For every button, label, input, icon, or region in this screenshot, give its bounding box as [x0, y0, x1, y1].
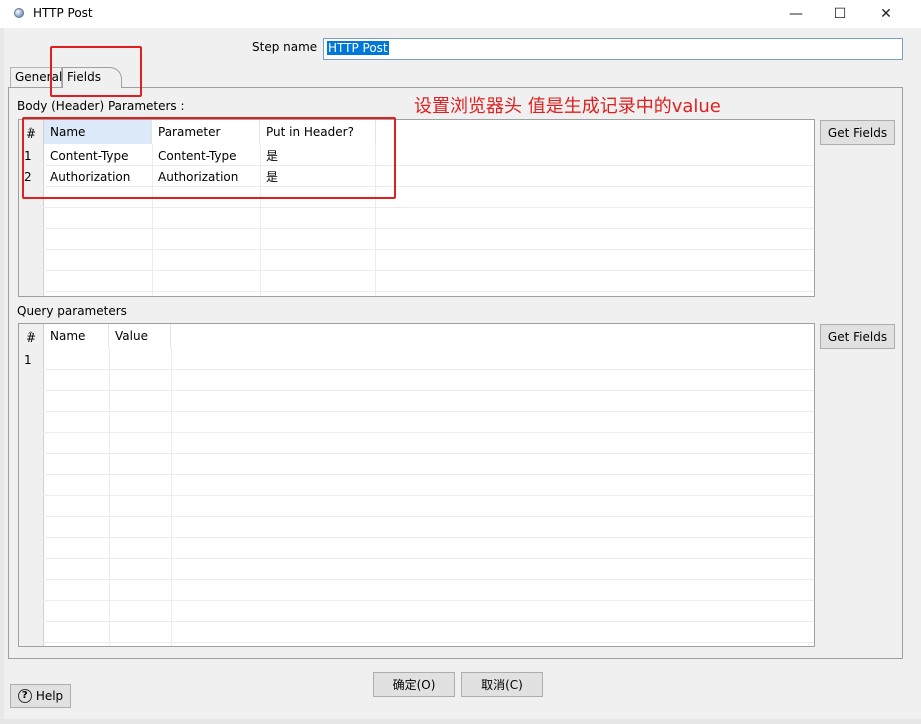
cell-parameter[interactable]: Content-Type	[152, 146, 237, 166]
window-left-edge	[0, 28, 4, 724]
step-name-label: Step name	[252, 40, 318, 54]
body-get-fields-label: Get Fields	[827, 125, 888, 140]
query-params-table[interactable]: ^ # Name Value 1	[18, 323, 815, 647]
grid-hline	[43, 249, 814, 250]
grid-hline	[43, 537, 814, 538]
query-params-label: Query parameters	[17, 304, 127, 318]
tab-fields[interactable]: Fields	[62, 67, 122, 88]
grid-hline	[43, 390, 814, 391]
help-label: Help	[35, 689, 64, 703]
cancel-button[interactable]: 取消(C)	[461, 672, 543, 697]
window-bottom-edge	[0, 719, 921, 724]
grid-hline	[43, 453, 814, 454]
cell-name[interactable]: Authorization	[44, 167, 130, 187]
column-header-name[interactable]: Name	[44, 120, 152, 144]
maximize-button[interactable]: ☐	[817, 0, 863, 28]
cell-value[interactable]	[109, 350, 115, 370]
app-icon	[14, 8, 24, 18]
minimize-button[interactable]: —	[773, 0, 819, 28]
grid-hline	[43, 207, 814, 208]
row-number-column	[19, 324, 44, 646]
close-button[interactable]: ✕	[863, 0, 909, 28]
grid-hline	[43, 432, 814, 433]
query-get-fields-label: Get Fields	[827, 329, 888, 344]
grid-hline	[43, 369, 814, 370]
title-bar: HTTP Post — ☐ ✕	[0, 0, 921, 28]
tab-general[interactable]: General	[10, 67, 62, 87]
cell-name[interactable]: Content-Type	[44, 146, 129, 166]
query-get-fields-button[interactable]: Get Fields	[820, 324, 895, 349]
grid-hline	[43, 642, 814, 643]
help-icon: ?	[17, 689, 32, 703]
cell-parameter[interactable]: Authorization	[152, 167, 238, 187]
table-header: ^ # Name Parameter Put in Header?	[19, 120, 814, 144]
sort-caret-icon: ^	[27, 331, 35, 341]
step-name-input[interactable]: HTTP Post	[323, 38, 903, 60]
step-name-value: HTTP Post	[327, 41, 389, 55]
body-params-table[interactable]: ^ # Name Parameter Put in Header? 1 Cont…	[18, 119, 815, 297]
column-header-put-in-header[interactable]: Put in Header?	[260, 120, 376, 144]
sort-caret-icon: ^	[27, 127, 35, 137]
column-header-number[interactable]: ^ #	[19, 120, 43, 144]
cell-put-in-header[interactable]: 是	[260, 167, 278, 187]
help-button[interactable]: ? Help	[10, 684, 71, 708]
window-title: HTTP Post	[33, 6, 93, 20]
grid-hline	[43, 474, 814, 475]
column-header-number[interactable]: ^ #	[19, 324, 43, 348]
grid-vline	[375, 144, 376, 296]
grid-hline	[43, 558, 814, 559]
cancel-label: 取消(C)	[481, 678, 523, 692]
grid-vline	[171, 348, 172, 646]
grid-hline	[43, 600, 814, 601]
grid-hline	[43, 270, 814, 271]
column-header-value[interactable]: Value	[109, 324, 171, 348]
grid-hline	[43, 579, 814, 580]
annotation-text: 设置浏览器头 值是生成记录中的value	[414, 96, 721, 117]
grid-hline	[43, 621, 814, 622]
body-get-fields-button[interactable]: Get Fields	[820, 120, 895, 145]
column-header-name[interactable]: Name	[44, 324, 109, 348]
column-header-parameter[interactable]: Parameter	[152, 120, 260, 144]
table-header: ^ # Name Value	[19, 324, 814, 348]
grid-hline	[43, 291, 814, 292]
ok-label: 确定(O)	[392, 678, 436, 692]
ok-button[interactable]: 确定(O)	[373, 672, 455, 697]
cell-name[interactable]	[44, 350, 50, 370]
grid-hline	[43, 495, 814, 496]
cell-put-in-header[interactable]: 是	[260, 146, 278, 166]
grid-hline	[43, 516, 814, 517]
body-params-label: Body (Header) Parameters :	[17, 99, 185, 113]
grid-hline	[43, 228, 814, 229]
row-number: 1	[24, 353, 32, 367]
row-number: 2	[24, 170, 32, 184]
grid-vline	[109, 348, 110, 646]
row-number: 1	[24, 149, 32, 163]
grid-hline	[43, 411, 814, 412]
